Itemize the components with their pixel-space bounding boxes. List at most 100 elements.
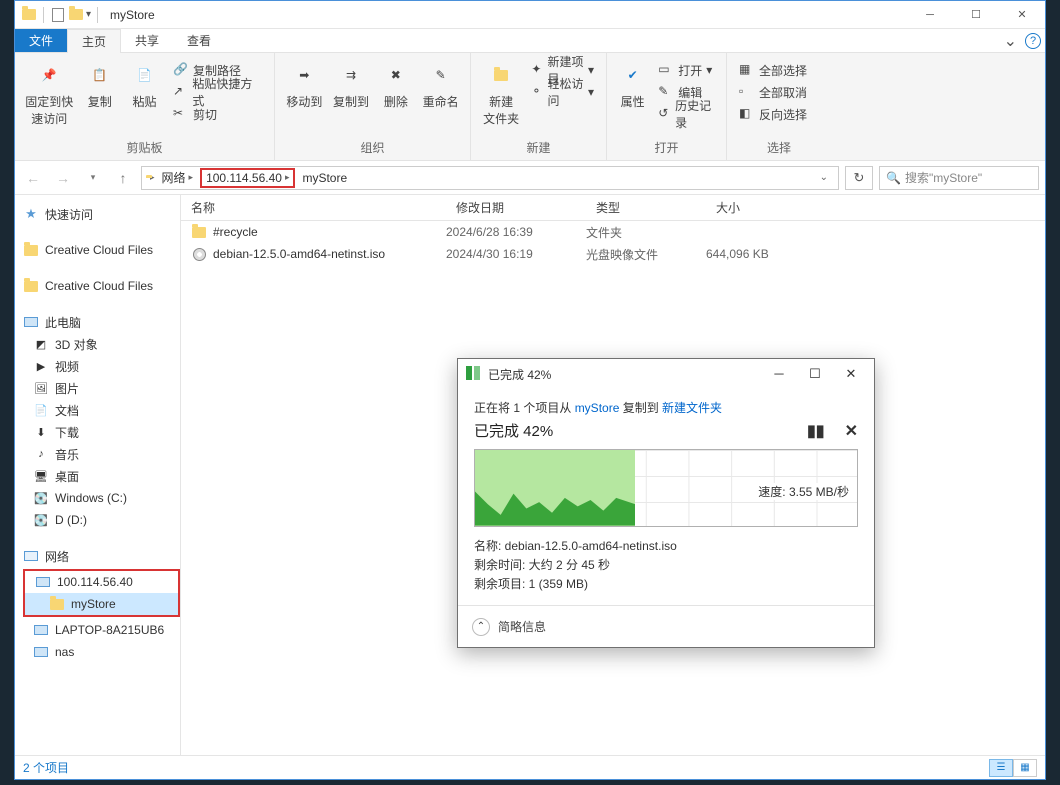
col-modified[interactable]: 修改日期 — [446, 199, 586, 216]
properties-button[interactable]: ✔属性 — [615, 57, 650, 110]
qat-save-icon[interactable] — [50, 7, 66, 23]
open-button[interactable]: ▭打开 ▾ — [654, 59, 718, 81]
moveto-icon: ➡ — [288, 59, 320, 91]
share-folder-icon — [49, 596, 65, 612]
nav-pc-item[interactable]: 💽D (D:) — [23, 509, 180, 531]
nav-pc-item[interactable]: ⬇下载 — [23, 421, 180, 443]
tab-file[interactable]: 文件 — [15, 29, 67, 52]
nav-pc-item[interactable]: 🖼图片 — [23, 377, 180, 399]
pause-button[interactable]: ▮▮ — [807, 421, 825, 441]
maximize-button[interactable]: ☐ — [953, 1, 999, 29]
col-name[interactable]: 名称 — [181, 199, 446, 216]
link-icon: 🔗 — [173, 62, 189, 78]
copy-button[interactable]: 📋复制 — [79, 57, 120, 110]
nav-this-pc[interactable]: 此电脑 — [23, 311, 180, 333]
nav-creative-cloud-2[interactable]: Creative Cloud Files — [23, 275, 180, 297]
rename-icon: ✎ — [425, 59, 457, 91]
dialog-source-link[interactable]: myStore — [575, 401, 620, 415]
history-button[interactable]: ↺历史记录 — [654, 103, 718, 125]
window-title: myStore — [102, 8, 907, 22]
address-dropdown-icon[interactable]: ⌄ — [814, 172, 834, 183]
qat-folder-icon[interactable] — [68, 7, 84, 23]
nav-pc-item[interactable]: ▶视频 — [23, 355, 180, 377]
copy-icon: 📋 — [84, 59, 116, 91]
file-row[interactable]: debian-12.5.0-amd64-netinst.iso2024/4/30… — [181, 243, 1045, 265]
view-details-button[interactable]: ☰ — [989, 759, 1013, 777]
help-icon[interactable]: ? — [1025, 33, 1041, 49]
collapse-details-button[interactable]: ⌃ — [472, 618, 490, 636]
paste-button[interactable]: 📄粘贴 — [124, 57, 165, 110]
nav-net-laptop[interactable]: LAPTOP-8A215UB6 — [23, 619, 180, 641]
file-icon — [191, 227, 207, 238]
nav-pc-item[interactable]: 🖥桌面 — [23, 465, 180, 487]
nav-creative-cloud-1[interactable]: Creative Cloud Files — [23, 239, 180, 261]
history-icon: ↺ — [658, 106, 671, 122]
tab-share[interactable]: 共享 — [121, 29, 173, 52]
cut-button[interactable]: ✂剪切 — [169, 103, 266, 125]
view-icons-button[interactable]: ▦ — [1013, 759, 1037, 777]
dialog-maximize-button[interactable]: ☐ — [806, 366, 824, 382]
ribbon-group-select: 选择 — [735, 137, 823, 156]
cancel-button[interactable]: ✕ — [845, 421, 858, 441]
tab-home[interactable]: 主页 — [67, 29, 121, 53]
delete-button[interactable]: ✖删除 — [376, 57, 415, 110]
nav-net-nas[interactable]: nas — [23, 641, 180, 663]
select-all-button[interactable]: ▦全部选择 — [735, 59, 811, 81]
search-input[interactable]: 🔍 搜索"myStore" — [879, 166, 1039, 190]
copyto-button[interactable]: ⇉复制到 — [330, 57, 373, 110]
item-icon: ◩ — [33, 336, 49, 352]
nav-recent-button[interactable]: ▾ — [81, 166, 105, 190]
nav-pc-item[interactable]: 📄文档 — [23, 399, 180, 421]
dialog-minimize-button[interactable]: ─ — [770, 366, 788, 382]
nav-pc-item[interactable]: ♪音乐 — [23, 443, 180, 465]
pin-button[interactable]: 📌固定到快 速访问 — [23, 57, 75, 127]
select-all-icon: ▦ — [739, 62, 755, 78]
dialog-dest-link[interactable]: 新建文件夹 — [662, 401, 722, 415]
nav-net-ip[interactable]: 100.114.56.40 — [25, 571, 178, 593]
paste-icon: 📄 — [129, 59, 161, 91]
rename-button[interactable]: ✎重命名 — [419, 57, 462, 110]
dialog-close-button[interactable]: ✕ — [842, 366, 860, 382]
nav-back-button[interactable]: ← — [21, 166, 45, 190]
dialog-titlebar: 已完成 42% ─ ☐ ✕ — [458, 359, 874, 389]
easy-access-button[interactable]: ⚬轻松访问 ▾ — [527, 81, 598, 103]
col-size[interactable]: 大小 — [706, 199, 1045, 216]
nav-network[interactable]: 网络 — [23, 545, 180, 567]
file-icon — [191, 248, 207, 261]
paste-shortcut-button[interactable]: ↗粘贴快捷方式 — [169, 81, 266, 103]
qat-dropdown-icon[interactable]: ▾ — [86, 9, 91, 20]
nav-forward-button[interactable]: → — [51, 166, 75, 190]
nav-up-button[interactable]: ↑ — [111, 166, 135, 190]
crumb-ip[interactable]: 100.114.56.40▸ — [200, 168, 295, 188]
refresh-button[interactable]: ↻ — [845, 166, 873, 190]
crumb-folder[interactable]: myStore — [299, 171, 350, 185]
delete-icon: ✖ — [380, 59, 412, 91]
pin-icon: 📌 — [33, 59, 65, 91]
dialog-source-dest: 正在将 1 个项目从 myStore 复制到 新建文件夹 — [474, 399, 858, 416]
file-row[interactable]: #recycle2024/6/28 16:39文件夹 — [181, 221, 1045, 243]
invert-selection-button[interactable]: ◧反向选择 — [735, 103, 811, 125]
item-icon: 💽 — [33, 512, 49, 528]
crumb-network[interactable]: 网络▸ — [159, 169, 197, 186]
search-icon: 🔍 — [886, 171, 901, 185]
copyto-icon: ⇉ — [335, 59, 367, 91]
item-icon: 💽 — [33, 490, 49, 506]
star-icon: ★ — [23, 206, 39, 222]
item-icon: ⬇ — [33, 424, 49, 440]
new-folder-button[interactable]: 新建 文件夹 — [479, 57, 523, 127]
nav-pc-item[interactable]: 💽Windows (C:) — [23, 487, 180, 509]
nav-net-store[interactable]: myStore — [25, 593, 178, 615]
address-field[interactable]: ▸ 网络▸ 100.114.56.40▸ myStore ⌄ — [141, 166, 839, 190]
nav-quick-access[interactable]: ★快速访问 — [23, 203, 180, 225]
nav-pc-item[interactable]: ◩3D 对象 — [23, 333, 180, 355]
col-type[interactable]: 类型 — [586, 199, 706, 216]
collapse-ribbon-icon[interactable]: ⌄ — [1004, 31, 1017, 51]
ribbon-group-open: 打开 — [615, 137, 718, 156]
moveto-button[interactable]: ➡移动到 — [283, 57, 326, 110]
select-none-button[interactable]: ▫全部取消 — [735, 81, 811, 103]
close-button[interactable]: ✕ — [999, 1, 1045, 29]
tab-view[interactable]: 查看 — [173, 29, 225, 52]
minimize-button[interactable]: ─ — [907, 1, 953, 29]
network-icon — [23, 548, 39, 564]
check-icon: ✔ — [617, 59, 649, 91]
